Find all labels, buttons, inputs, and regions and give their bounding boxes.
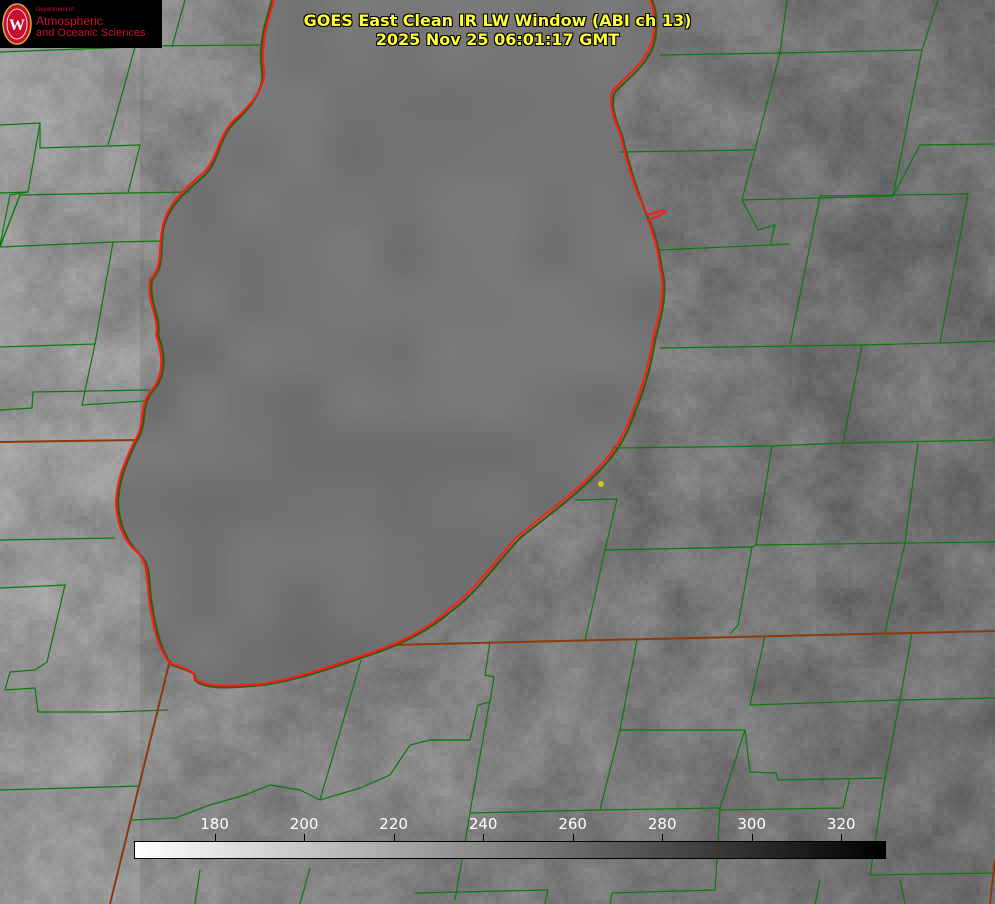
- county-boundaries: [0, 0, 995, 904]
- state-boundaries: [0, 439, 995, 904]
- lake-shoreline-base: [116, 0, 666, 689]
- temperature-colorbar: [134, 841, 886, 859]
- satellite-map-viewer: W Department of Atmospheric and Oceanic …: [0, 0, 995, 904]
- image-title: GOES East Clean IR LW Window (ABI ch 13)…: [0, 11, 995, 49]
- title-timestamp: 2025 Nov 25 06:01:17 GMT: [375, 30, 620, 49]
- map-overlay: [0, 0, 995, 904]
- title-line1: GOES East Clean IR LW Window (ABI ch 13): [303, 11, 692, 30]
- lake-shoreline: [114, 0, 666, 687]
- station-marker: [598, 481, 604, 487]
